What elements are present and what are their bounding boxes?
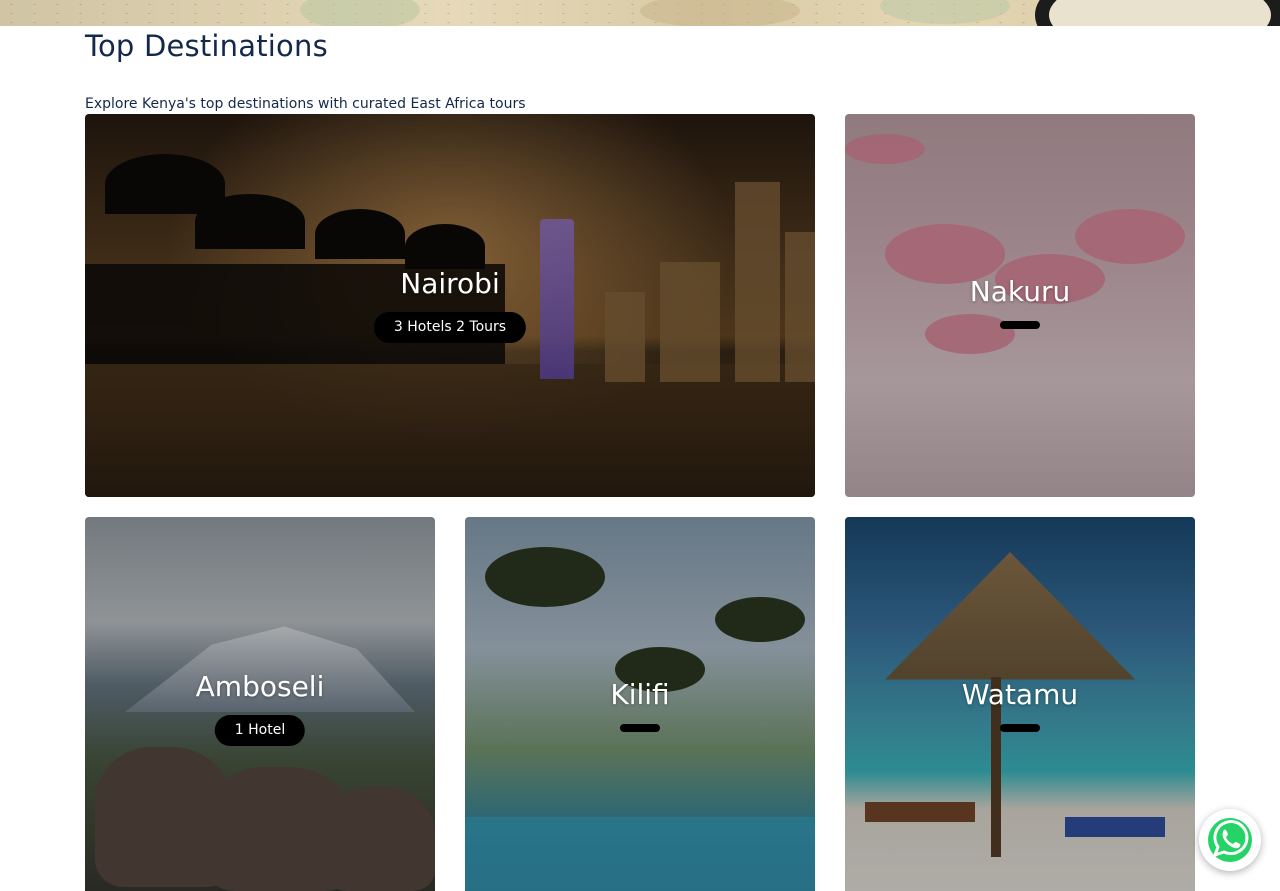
destination-badge [1000, 321, 1040, 329]
whatsapp-icon [1208, 818, 1252, 862]
destination-badge [620, 724, 660, 732]
destination-badge [1000, 724, 1040, 732]
destination-name: Watamu [961, 678, 1079, 711]
whatsapp-button[interactable] [1199, 809, 1261, 871]
destination-name: Kilifi [610, 678, 670, 711]
destination-badge: 3 Hotels 2 Tours [373, 312, 527, 343]
destination-badge: 1 Hotel [214, 715, 306, 746]
section-title: Top Destinations [85, 29, 328, 63]
destination-card-nairobi[interactable]: Nairobi 3 Hotels 2 Tours [85, 114, 815, 497]
destination-card-nakuru[interactable]: Nakuru [845, 114, 1195, 497]
destination-name: Amboseli [195, 670, 325, 703]
hero-banner-image [0, 0, 1280, 26]
destination-card-amboseli[interactable]: Amboseli 1 Hotel [85, 517, 435, 891]
destination-name: Nairobi [400, 267, 500, 300]
section-subtitle: Explore Kenya's top destinations with cu… [85, 96, 526, 112]
destination-name: Nakuru [969, 275, 1071, 308]
destination-card-kilifi[interactable]: Kilifi [465, 517, 815, 891]
destination-card-watamu[interactable]: Watamu [845, 517, 1195, 891]
